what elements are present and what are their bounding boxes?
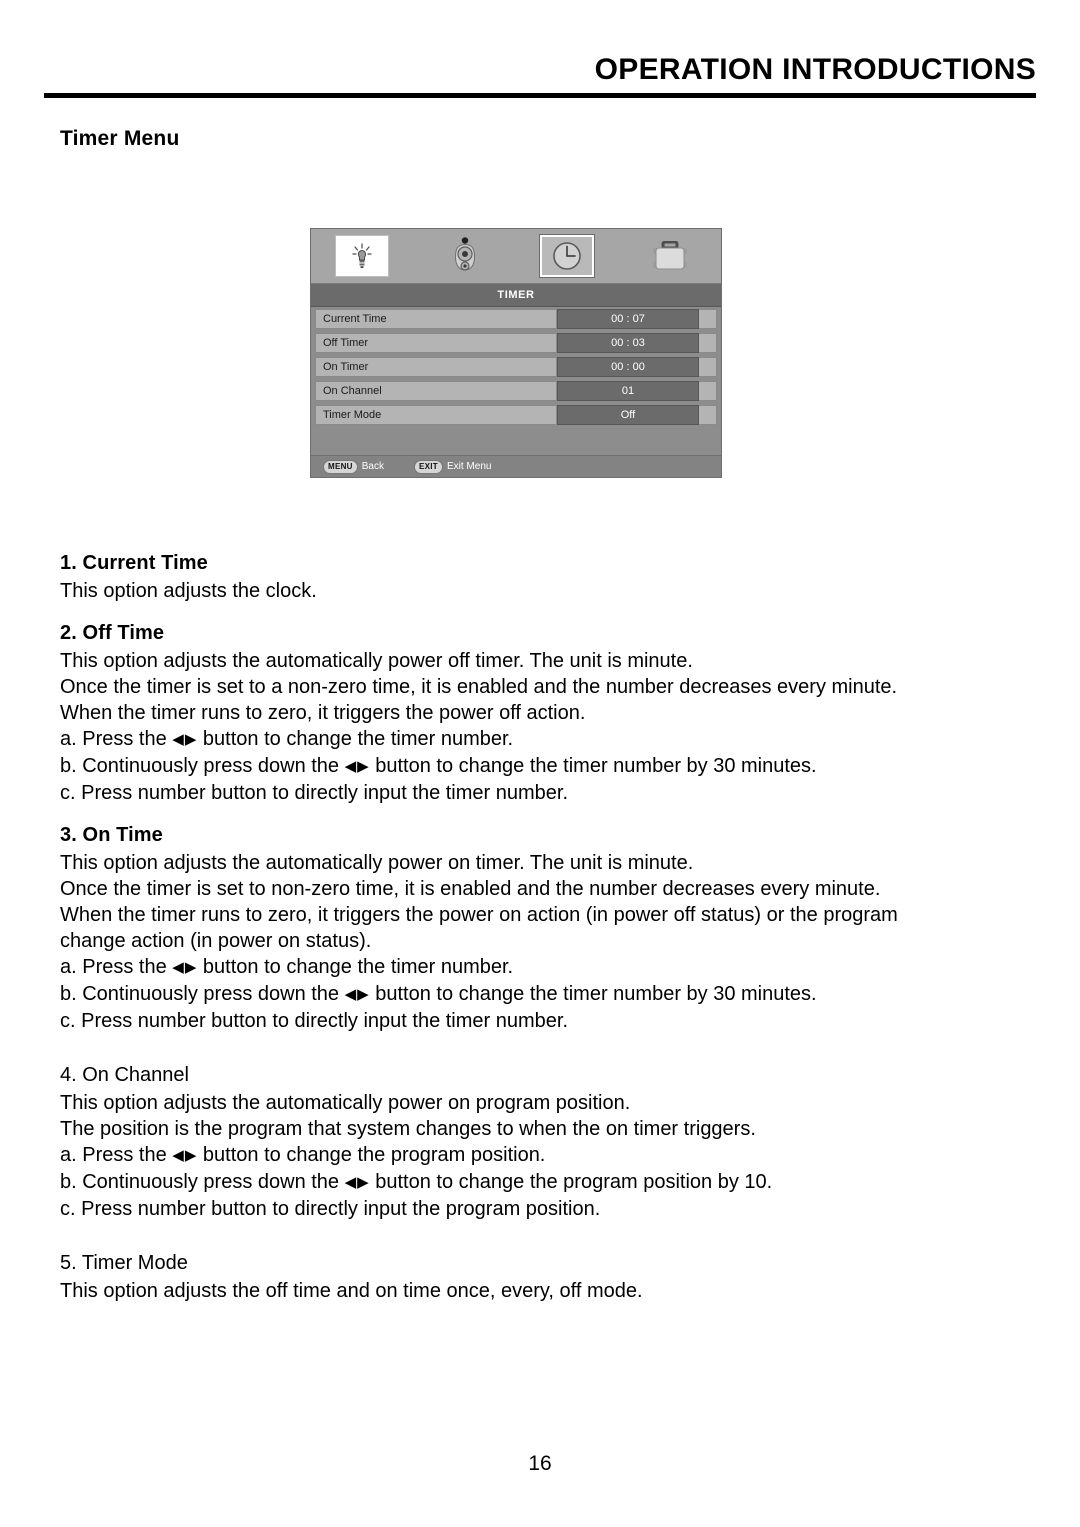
menu-action-label: Back: [361, 461, 384, 472]
osd-tab-function[interactable]: [619, 229, 722, 283]
osd-row-value[interactable]: 00 : 03: [557, 333, 699, 353]
text-on-time-b: b. Continuously press down the ◀▶ button…: [60, 981, 1045, 1008]
heading-timer-mode: 5. Timer Mode: [60, 1252, 188, 1274]
osd-row-value[interactable]: 00 : 00: [557, 357, 699, 377]
osd-footer: MENU Back EXIT Exit Menu: [311, 455, 721, 477]
osd-row-label: Off Timer: [315, 333, 557, 353]
page-header: OPERATION INTRODUCTIONS: [44, 52, 1036, 98]
text-off-time-a-pre: a. Press the: [60, 728, 173, 750]
text-on-channel-b-pre: b. Continuously press down the: [60, 1171, 345, 1193]
text-on-time-a: a. Press the ◀▶ button to change the tim…: [60, 954, 1045, 981]
menu-key-pill: MENU: [323, 459, 358, 474]
left-right-arrows-icon: ◀▶: [344, 1174, 370, 1191]
osd-row-on-channel[interactable]: On Channel 01: [315, 381, 717, 401]
text-off-time-b-pre: b. Continuously press down the: [60, 755, 345, 777]
text-on-channel-b: b. Continuously press down the ◀▶ button…: [60, 1169, 1045, 1196]
left-right-arrows-icon: ◀▶: [344, 986, 370, 1003]
text-off-time-2: Once the timer is set to a non-zero time…: [60, 676, 898, 698]
osd-row-label: Current Time: [315, 309, 557, 329]
osd-row-tail: [699, 357, 717, 377]
text-on-channel-1: This option adjusts the automatically po…: [60, 1092, 631, 1114]
text-current-time-1: This option adjusts the clock.: [60, 580, 317, 602]
text-on-time-b-post: button to change the timer number by 30 …: [369, 983, 817, 1005]
text-off-time-c: c. Press number button to directly input…: [60, 782, 569, 804]
osd-row-label: On Timer: [315, 357, 557, 377]
exit-action-label: Exit Menu: [446, 461, 492, 472]
osd-row-off-timer[interactable]: Off Timer 00 : 03: [315, 333, 717, 353]
heading-off-time: 2. Off Time: [60, 622, 165, 644]
exit-key-pill: EXIT: [414, 459, 443, 474]
text-off-time-b-post: button to change the timer number by 30 …: [369, 755, 817, 777]
text-on-time-c: c. Press number button to directly input…: [60, 1010, 569, 1032]
osd-row-on-timer[interactable]: On Timer 00 : 00: [315, 357, 717, 377]
osd-row-value[interactable]: 01: [557, 381, 699, 401]
osd-title: TIMER: [311, 284, 721, 307]
left-right-arrows-icon: ◀▶: [172, 731, 198, 748]
heading-on-time: 3. On Time: [60, 824, 163, 846]
page-title: OPERATION INTRODUCTIONS: [594, 53, 1036, 86]
osd-tab-timer[interactable]: [516, 229, 619, 283]
header-divider: [44, 93, 1036, 98]
text-off-time-1: This option adjusts the automatically po…: [60, 650, 693, 672]
text-on-time-b-pre: b. Continuously press down the: [60, 983, 345, 1005]
picture-icon: [335, 235, 390, 277]
text-on-channel-2: The position is the program that system …: [60, 1118, 756, 1140]
text-on-time-4: change action (in power on status).: [60, 930, 372, 952]
left-right-arrows-icon: ◀▶: [344, 758, 370, 775]
text-off-time-b: b. Continuously press down the ◀▶ button…: [60, 753, 1045, 780]
osd-row-label: Timer Mode: [315, 405, 557, 425]
text-on-time-a-pre: a. Press the: [60, 956, 173, 978]
osd-row-timer-mode[interactable]: Timer Mode Off: [315, 405, 717, 425]
text-off-time-a-post: button to change the timer number.: [197, 728, 514, 750]
osd-row-tail: [699, 333, 717, 353]
osd-timer-menu: TIMER Current Time 00 : 07 Off Timer 00 …: [310, 228, 722, 478]
text-on-time-2: Once the timer is set to non-zero time, …: [60, 878, 881, 900]
osd-row-current-time[interactable]: Current Time 00 : 07: [315, 309, 717, 329]
sound-icon: [438, 235, 492, 277]
text-on-channel-c: c. Press number button to directly input…: [60, 1198, 601, 1220]
osd-row-value[interactable]: Off: [557, 405, 699, 425]
osd-row-list: Current Time 00 : 07 Off Timer 00 : 03 O…: [311, 307, 721, 425]
toolbox-icon: [643, 235, 697, 277]
text-on-time-1: This option adjusts the automatically po…: [60, 852, 694, 874]
text-on-time-a-post: button to change the timer number.: [197, 956, 514, 978]
osd-tab-bar: [311, 229, 721, 284]
manual-page: OPERATION INTRODUCTIONS Timer Menu TIMER…: [0, 0, 1080, 1527]
text-off-time-3: When the timer runs to zero, it triggers…: [60, 702, 586, 724]
osd-row-value[interactable]: 00 : 07: [557, 309, 699, 329]
section-heading: Timer Menu: [60, 127, 180, 150]
heading-current-time: 1. Current Time: [60, 552, 208, 574]
heading-on-channel: 4. On Channel: [60, 1064, 189, 1086]
osd-tab-sound[interactable]: [414, 229, 517, 283]
text-on-channel-a-pre: a. Press the: [60, 1144, 173, 1166]
osd-row-tail: [699, 381, 717, 401]
text-on-time-3: When the timer runs to zero, it triggers…: [60, 904, 898, 926]
osd-footer-menu[interactable]: MENU Back: [323, 459, 384, 474]
osd-footer-exit[interactable]: EXIT Exit Menu: [414, 459, 492, 474]
page-number: 16: [528, 1452, 552, 1475]
text-timer-mode-1: This option adjusts the off time and on …: [60, 1280, 643, 1302]
text-off-time-a: a. Press the ◀▶ button to change the tim…: [60, 726, 1045, 753]
left-right-arrows-icon: ◀▶: [172, 959, 198, 976]
osd-empty-area: [311, 429, 721, 455]
osd-tab-picture[interactable]: [311, 229, 414, 283]
clock-icon: [539, 234, 596, 278]
osd-row-tail: [699, 309, 717, 329]
body-content: 1. Current Time This option adjusts the …: [60, 548, 1045, 1304]
osd-row-tail: [699, 405, 717, 425]
left-right-arrows-icon: ◀▶: [172, 1147, 198, 1164]
osd-row-label: On Channel: [315, 381, 557, 401]
text-on-channel-a-post: button to change the program position.: [197, 1144, 546, 1166]
text-on-channel-b-post: button to change the program position by…: [369, 1171, 773, 1193]
text-on-channel-a: a. Press the ◀▶ button to change the pro…: [60, 1142, 1045, 1169]
